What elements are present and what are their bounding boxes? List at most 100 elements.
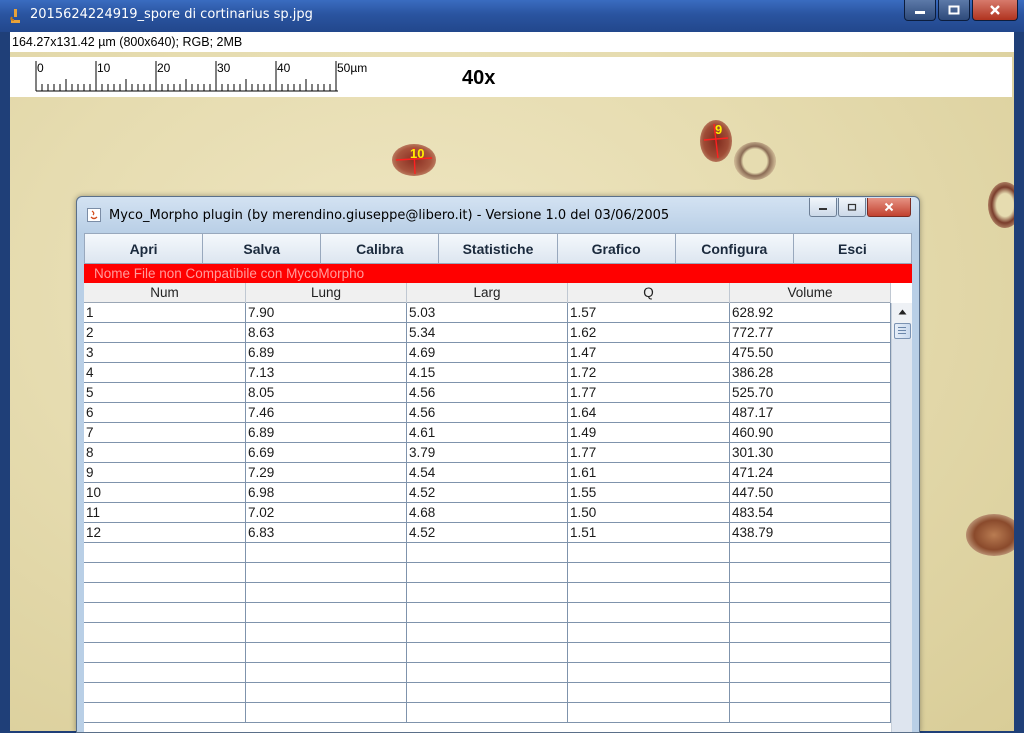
table-cell[interactable] [84, 543, 246, 562]
table-cell[interactable] [246, 543, 407, 562]
table-cell[interactable] [730, 603, 891, 622]
measurements-table[interactable]: Num Lung Larg Q Volume 1 7.90 5.03 1.57 628.… [84, 283, 912, 732]
table-cell[interactable]: 386.28 [730, 363, 891, 382]
table-cell[interactable]: 3 [84, 343, 246, 362]
table-row-empty[interactable] [84, 663, 891, 683]
scroll-track[interactable] [892, 339, 912, 732]
plugin-titlebar[interactable]: Myco_Morpho plugin (by merendino.giusepp… [77, 197, 919, 233]
table-cell[interactable]: 1.77 [568, 443, 730, 462]
column-header-volume[interactable]: Volume [730, 283, 891, 303]
table-cell[interactable]: 1.49 [568, 423, 730, 442]
table-cell[interactable] [407, 583, 568, 602]
calibra-button[interactable]: Calibra [321, 234, 440, 263]
column-header-num[interactable]: Num [84, 283, 246, 303]
table-cell[interactable] [407, 683, 568, 702]
table-cell[interactable]: 4.15 [407, 363, 568, 382]
table-cell[interactable] [407, 663, 568, 682]
table-row-empty[interactable] [84, 703, 891, 723]
table-scrollbar[interactable] [891, 303, 912, 732]
table-cell[interactable]: 1.51 [568, 523, 730, 542]
table-cell[interactable]: 3.79 [407, 443, 568, 462]
grafico-button[interactable]: Grafico [558, 234, 676, 263]
table-row[interactable]: 3 6.89 4.69 1.47 475.50 [84, 343, 891, 363]
plugin-minimize-button[interactable] [809, 198, 837, 217]
table-row[interactable]: 11 7.02 4.68 1.50 483.54 [84, 503, 891, 523]
table-cell[interactable] [407, 603, 568, 622]
table-cell[interactable] [730, 643, 891, 662]
table-cell[interactable]: 1.55 [568, 483, 730, 502]
table-cell[interactable]: 4.56 [407, 383, 568, 402]
table-cell[interactable]: 1.47 [568, 343, 730, 362]
table-row-empty[interactable] [84, 543, 891, 563]
table-row-empty[interactable] [84, 563, 891, 583]
table-cell[interactable]: 4.68 [407, 503, 568, 522]
configura-button[interactable]: Configura [676, 234, 794, 263]
table-cell[interactable]: 1.61 [568, 463, 730, 482]
table-cell[interactable] [568, 623, 730, 642]
table-cell[interactable]: 8.05 [246, 383, 407, 402]
table-cell[interactable] [84, 583, 246, 602]
table-cell[interactable]: 6.89 [246, 423, 407, 442]
apri-button[interactable]: Apri [85, 234, 204, 263]
table-cell[interactable]: 5.03 [407, 303, 568, 322]
scroll-thumb[interactable] [894, 323, 911, 339]
table-cell[interactable]: 6.83 [246, 523, 407, 542]
table-cell[interactable] [568, 663, 730, 682]
table-cell[interactable]: 5 [84, 383, 246, 402]
table-cell[interactable] [246, 583, 407, 602]
table-cell[interactable]: 447.50 [730, 483, 891, 502]
table-cell[interactable]: 4.61 [407, 423, 568, 442]
table-cell[interactable] [84, 623, 246, 642]
table-cell[interactable]: 7.13 [246, 363, 407, 382]
table-cell[interactable] [246, 623, 407, 642]
table-cell[interactable]: 8 [84, 443, 246, 462]
column-header-q[interactable]: Q [568, 283, 730, 303]
outer-minimize-button[interactable] [904, 0, 936, 21]
table-cell[interactable]: 4.52 [407, 523, 568, 542]
table-cell[interactable] [84, 703, 246, 722]
table-cell[interactable] [568, 583, 730, 602]
table-cell[interactable] [568, 683, 730, 702]
table-cell[interactable] [84, 683, 246, 702]
table-cell[interactable] [568, 703, 730, 722]
table-cell[interactable]: 301.30 [730, 443, 891, 462]
table-row[interactable]: 9 7.29 4.54 1.61 471.24 [84, 463, 891, 483]
plugin-close-button[interactable] [867, 198, 911, 217]
table-cell[interactable]: 4.56 [407, 403, 568, 422]
table-cell[interactable] [246, 643, 407, 662]
table-cell[interactable]: 4.52 [407, 483, 568, 502]
statistiche-button[interactable]: Statistiche [439, 234, 558, 263]
column-header-lung[interactable]: Lung [246, 283, 407, 303]
table-row-empty[interactable] [84, 583, 891, 603]
table-cell[interactable] [730, 583, 891, 602]
table-cell[interactable]: 7.29 [246, 463, 407, 482]
table-cell[interactable] [730, 563, 891, 582]
scroll-up-button[interactable] [892, 303, 912, 321]
table-cell[interactable] [568, 603, 730, 622]
table-cell[interactable] [730, 543, 891, 562]
table-cell[interactable]: 6.98 [246, 483, 407, 502]
table-row[interactable]: 8 6.69 3.79 1.77 301.30 [84, 443, 891, 463]
table-cell[interactable] [730, 703, 891, 722]
table-cell[interactable]: 487.17 [730, 403, 891, 422]
table-row-empty[interactable] [84, 623, 891, 643]
table-cell[interactable]: 1.64 [568, 403, 730, 422]
table-cell[interactable]: 1.57 [568, 303, 730, 322]
table-cell[interactable] [84, 663, 246, 682]
table-cell[interactable] [730, 663, 891, 682]
table-row[interactable]: 6 7.46 4.56 1.64 487.17 [84, 403, 891, 423]
table-cell[interactable] [84, 563, 246, 582]
table-cell[interactable]: 4.69 [407, 343, 568, 362]
table-row[interactable]: 5 8.05 4.56 1.77 525.70 [84, 383, 891, 403]
table-row[interactable]: 10 6.98 4.52 1.55 447.50 [84, 483, 891, 503]
table-cell[interactable]: 471.24 [730, 463, 891, 482]
table-cell[interactable]: 10 [84, 483, 246, 502]
table-cell[interactable] [568, 563, 730, 582]
table-cell[interactable] [407, 623, 568, 642]
table-cell[interactable] [568, 643, 730, 662]
table-cell[interactable] [84, 603, 246, 622]
table-cell[interactable]: 4 [84, 363, 246, 382]
table-row[interactable]: 1 7.90 5.03 1.57 628.92 [84, 303, 891, 323]
table-row[interactable]: 7 6.89 4.61 1.49 460.90 [84, 423, 891, 443]
table-cell[interactable] [407, 703, 568, 722]
